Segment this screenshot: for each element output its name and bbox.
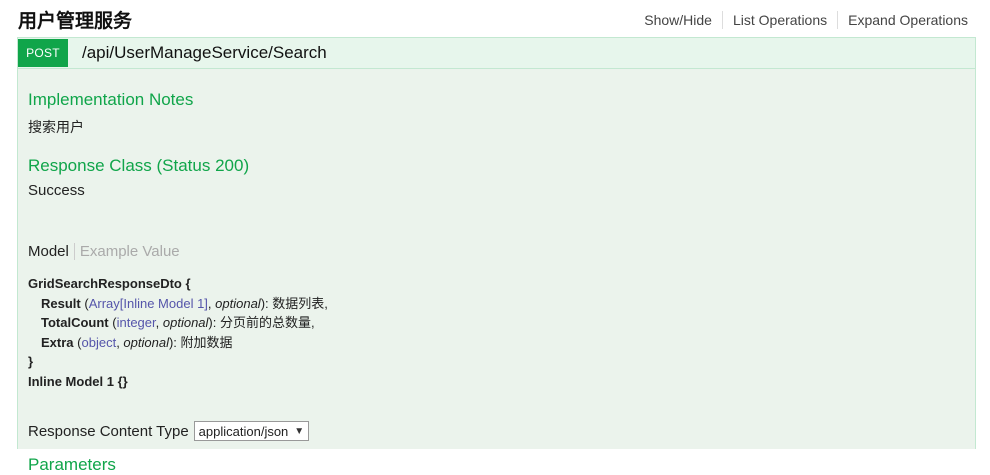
endpoint-heading[interactable]: POST /api/UserManageService/Search [18, 38, 975, 69]
property-optional: optional [123, 334, 169, 350]
response-class-heading: Response Class (Status 200) [28, 156, 250, 175]
property-name: TotalCount [41, 315, 109, 330]
endpoint-panel: POST /api/UserManageService/Search Imple… [17, 37, 976, 474]
endpoint-path[interactable]: /api/UserManageService/Search [82, 43, 327, 63]
property-type: object [81, 334, 117, 350]
property-optional: optional [162, 315, 209, 330]
tab-model[interactable]: Model [28, 243, 75, 260]
chevron-down-icon: ▼ [294, 425, 305, 437]
model-property: TotalCount (integer, optional): 分页前的总数量, [41, 315, 315, 330]
expand-operations-link[interactable]: Expand Operations [837, 11, 968, 29]
response-class-text: Success [28, 182, 85, 199]
model-signature: GridSearchResponseDto { Result (Array[In… [28, 274, 328, 391]
property-type: Array[Inline Model 1] [88, 295, 208, 311]
property-type: integer [116, 315, 156, 330]
implementation-notes-heading: Implementation Notes [28, 90, 194, 109]
property-name: Extra [41, 334, 74, 350]
property-name: Result [41, 295, 81, 311]
resource-operations: Show/Hide List Operations Expand Operati… [634, 11, 968, 29]
list-operations-link[interactable]: List Operations [721, 11, 837, 29]
model-name: GridSearchResponseDto [28, 276, 182, 291]
implementation-notes-text: 搜索用户 [28, 119, 84, 135]
swagger-page: 用户管理服务 Show/Hide List Operations Expand … [0, 0, 990, 474]
resource-header: 用户管理服务 Show/Hide List Operations Expand … [18, 0, 968, 38]
tab-example-value[interactable]: Example Value [75, 243, 180, 260]
model-property: Result (Array[Inline Model 1], optional)… [41, 295, 328, 311]
response-content-type-label: Response Content Type [28, 422, 189, 440]
response-content-type: Response Content Type application/json ▼ [28, 421, 310, 441]
model-tabs: Model Example Value [28, 243, 180, 260]
model-open-brace: { [185, 276, 191, 291]
selected-content-type: application/json [198, 423, 289, 439]
model-close-brace: } [28, 354, 34, 369]
property-optional: optional [215, 295, 261, 311]
parameters-heading: Parameters [28, 455, 116, 474]
service-title[interactable]: 用户管理服务 [18, 6, 132, 33]
model-property: Extra (object, optional): 附加数据 [41, 334, 233, 350]
property-description: 分页前的总数量, [219, 315, 315, 330]
property-description: 数据列表, [272, 295, 328, 311]
show-hide-link[interactable]: Show/Hide [634, 11, 722, 29]
http-method-badge[interactable]: POST [18, 39, 68, 67]
response-content-type-select[interactable]: application/json ▼ [193, 421, 310, 441]
inline-model: Inline Model 1 {} [28, 373, 128, 389]
property-description: 附加数据 [180, 334, 233, 350]
